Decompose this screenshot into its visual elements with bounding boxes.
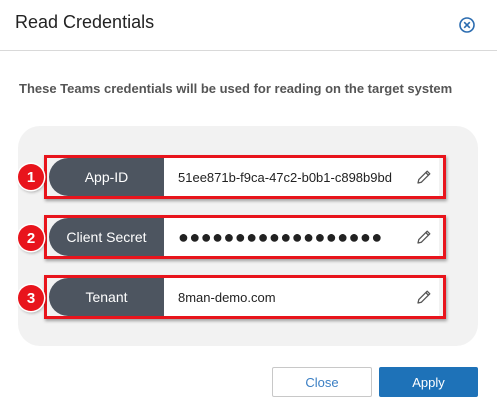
annotation-marker-3: 3: [18, 285, 44, 311]
app-id-label: App-ID: [49, 158, 164, 196]
apply-button[interactable]: Apply: [379, 367, 478, 397]
app-id-value[interactable]: 51ee871b-f9ca-47c2-b0b1-c898b9bd: [178, 158, 409, 196]
tenant-label: Tenant: [49, 278, 164, 316]
dialog-header: Read Credentials: [0, 0, 497, 51]
client-secret-value[interactable]: ●●●●●●●●●●●●●●●●●●: [178, 218, 409, 256]
pencil-icon[interactable]: [415, 168, 433, 186]
client-secret-field: Client Secret ●●●●●●●●●●●●●●●●●●: [49, 218, 439, 256]
dialog-title: Read Credentials: [15, 12, 155, 32]
annotation-marker-1: 1: [18, 164, 44, 190]
tenant-field: Tenant 8man-demo.com: [49, 278, 439, 316]
pencil-icon[interactable]: [415, 288, 433, 306]
dialog-description: These Teams credentials will be used for…: [19, 81, 453, 96]
tenant-value[interactable]: 8man-demo.com: [178, 278, 409, 316]
app-id-field: App-ID 51ee871b-f9ca-47c2-b0b1-c898b9bd: [49, 158, 439, 196]
annotation-marker-2: 2: [18, 225, 44, 251]
pencil-icon[interactable]: [415, 228, 433, 246]
close-button[interactable]: Close: [272, 367, 372, 397]
client-secret-label: Client Secret: [49, 218, 164, 256]
read-credentials-dialog: Read Credentials These Teams credentials…: [0, 0, 497, 415]
close-circle-icon[interactable]: [457, 15, 477, 35]
